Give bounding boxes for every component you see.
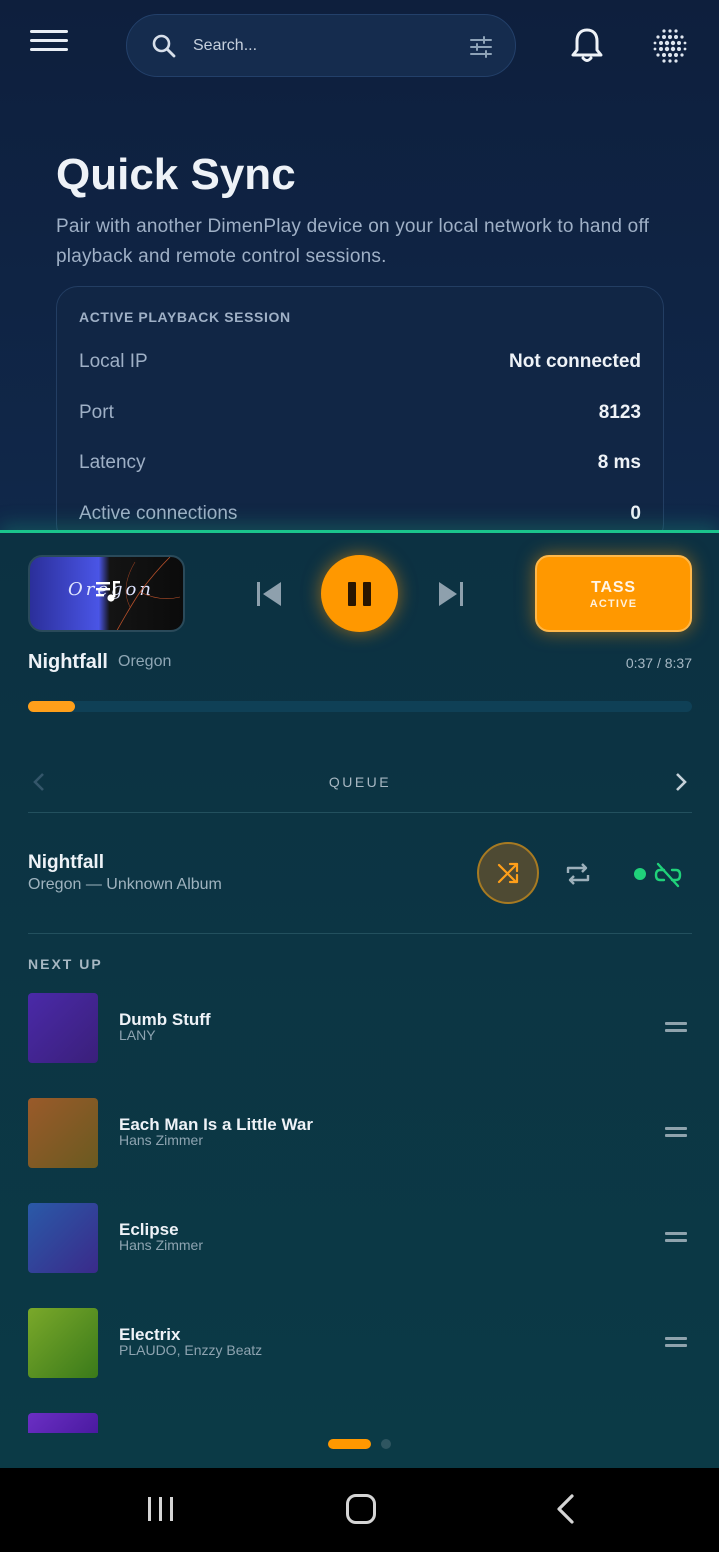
session-card: ACTIVE PLAYBACK SESSION Local IP Not con… — [56, 286, 664, 546]
divider — [28, 812, 692, 813]
player-panel: Oregon TASS ACTIVE Nightfall Oregon 0:37… — [0, 530, 719, 1468]
queue-item-artist: Hans Zimmer — [119, 1132, 204, 1148]
page-indicator — [0, 1438, 719, 1452]
system-navigation-bar — [0, 1468, 719, 1552]
music-note-icon — [96, 581, 120, 602]
queue-item-artist: Hans Zimmer — [119, 1237, 204, 1253]
queue-item-thumbnail — [28, 1098, 98, 1168]
divider — [28, 933, 692, 934]
queue-item-thumbnail — [28, 1203, 98, 1273]
page-indicator-active[interactable] — [328, 1439, 371, 1449]
session-row-value: 0 — [630, 503, 641, 524]
session-row-value: Not connected — [509, 351, 641, 372]
menu-line — [30, 48, 68, 51]
chevron-right-icon[interactable] — [674, 771, 688, 793]
search-icon — [152, 34, 176, 58]
progress-bar[interactable] — [28, 701, 692, 712]
queue-header: QUEUE — [28, 763, 692, 803]
search-input[interactable] — [193, 33, 443, 59]
tass-status: ACTIVE — [589, 598, 638, 610]
skip-next-icon[interactable] — [436, 579, 466, 609]
session-card-heading: ACTIVE PLAYBACK SESSION — [79, 309, 291, 325]
search-bar — [126, 14, 516, 77]
filter-icon[interactable] — [469, 35, 493, 59]
playback-time: 0:37 / 8:37 — [625, 655, 692, 671]
current-track-subtitle: Oregon — Unknown Album — [28, 876, 222, 893]
drag-handle-icon[interactable] — [665, 1127, 687, 1141]
session-row-local-ip: Local IP Not connected — [79, 351, 641, 381]
queue-item-artist: LANY — [119, 1027, 156, 1043]
drag-handle-icon[interactable] — [665, 1232, 687, 1246]
session-row-label: Local IP — [79, 351, 148, 372]
album-art[interactable]: Oregon — [28, 555, 185, 632]
tass-button[interactable]: TASS ACTIVE — [535, 555, 692, 632]
drag-handle-icon[interactable] — [665, 1337, 687, 1351]
menu-icon[interactable] — [30, 30, 68, 62]
shuffle-icon — [497, 862, 519, 884]
next-up-label: NEXT UP — [28, 956, 103, 972]
menu-line — [30, 39, 68, 42]
session-row-latency: Latency 8 ms — [79, 452, 641, 482]
page-description: Pair with another DimenPlay device on yo… — [56, 216, 650, 267]
session-row-value: 8 ms — [597, 452, 641, 473]
now-playing-artist: Oregon — [118, 653, 172, 670]
skip-previous-icon[interactable] — [254, 579, 284, 609]
queue-item-thumbnail — [28, 1308, 98, 1378]
drag-handle-icon[interactable] — [665, 1022, 687, 1036]
session-row-active-connections: Active connections 0 — [79, 503, 641, 533]
session-row-label: Active connections — [79, 503, 238, 524]
pause-bar — [363, 582, 371, 606]
pause-bar — [348, 582, 356, 606]
recents-icon[interactable] — [146, 1495, 176, 1523]
session-row-port: Port 8123 — [79, 402, 641, 432]
queue-item-artist: PLAUDO, Enzzy Beatz — [119, 1342, 263, 1358]
tass-label: TASS — [591, 579, 636, 596]
bell-icon[interactable] — [569, 27, 605, 65]
connection-status-dot — [634, 868, 646, 880]
dots-grid-icon[interactable] — [652, 28, 688, 64]
session-row-label: Latency — [79, 452, 146, 473]
queue-item[interactable]: Electrix PLAUDO, Enzzy Beatz — [28, 1308, 692, 1378]
queue-item-thumbnail — [28, 1413, 98, 1433]
page-indicator-dot[interactable] — [381, 1439, 391, 1449]
queue-item-thumbnail — [28, 993, 98, 1063]
session-row-label: Port — [79, 402, 114, 423]
repeat-icon[interactable] — [564, 860, 592, 888]
link-off-icon[interactable] — [654, 862, 682, 888]
home-icon[interactable] — [346, 1494, 376, 1524]
current-track-title: Nightfall — [28, 852, 104, 873]
now-playing-title: Nightfall — [28, 651, 108, 673]
menu-line — [30, 30, 68, 33]
top-bar — [0, 0, 719, 92]
page-title: Quick Sync — [56, 150, 296, 199]
queue-item[interactable]: Dumb Stuff LANY — [28, 993, 692, 1063]
queue-item[interactable]: Each Man Is a Little War Hans Zimmer — [28, 1098, 692, 1168]
back-icon[interactable] — [554, 1493, 576, 1525]
shuffle-button[interactable] — [477, 842, 539, 904]
pause-button[interactable] — [321, 555, 398, 632]
queue-label: QUEUE — [328, 774, 392, 790]
session-row-value: 8123 — [598, 402, 641, 423]
queue-item[interactable]: Eclipse Hans Zimmer — [28, 1203, 692, 1273]
progress-fill — [28, 701, 76, 712]
